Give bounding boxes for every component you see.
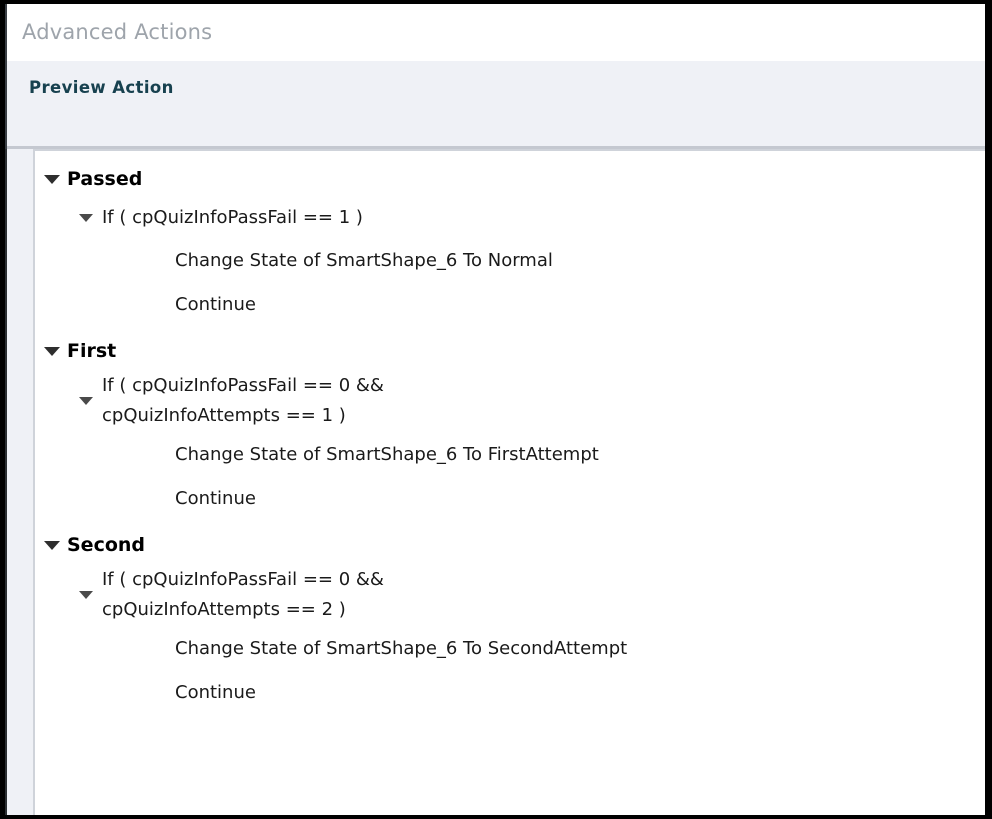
action-preview-tree-panel[interactable]: Passed If ( cpQuizInfoPassFail == 1 ) Ch… <box>33 149 985 815</box>
triangle-down-icon[interactable] <box>79 397 93 405</box>
window-frame-left <box>0 0 5 819</box>
tree-group-label: Passed <box>67 168 143 190</box>
tree-condition-row[interactable]: If ( cpQuizInfoPassFail == 0 && cpQuizIn… <box>35 564 985 626</box>
tree-condition-row[interactable]: If ( cpQuizInfoPassFail == 0 && cpQuizIn… <box>35 370 985 432</box>
tree-action-text: Change State of SmartShape_6 To SecondAt… <box>175 637 628 659</box>
tree-action-text: Continue <box>175 487 256 509</box>
triangle-down-icon[interactable] <box>44 174 60 184</box>
tree-action-text: Continue <box>175 681 256 703</box>
tree-group: First If ( cpQuizInfoPassFail == 0 && cp… <box>35 332 985 520</box>
advanced-actions-window: Advanced Actions Preview Action Passed I… <box>0 0 992 819</box>
window-frame-right <box>985 0 992 819</box>
window-frame-top <box>0 0 992 4</box>
panel-left-gutter <box>7 149 33 815</box>
tree-group-header[interactable]: Passed <box>35 160 985 198</box>
triangle-down-icon[interactable] <box>44 540 60 550</box>
tree-action-text: Change State of SmartShape_6 To FirstAtt… <box>175 443 599 465</box>
tree-group-header[interactable]: First <box>35 332 985 370</box>
triangle-down-icon[interactable] <box>44 346 60 356</box>
title-bar: Advanced Actions <box>7 4 985 61</box>
tree-action-text: Change State of SmartShape_6 To Normal <box>175 249 553 271</box>
triangle-down-icon[interactable] <box>79 591 93 599</box>
tree-action-row[interactable]: Change State of SmartShape_6 To FirstAtt… <box>35 432 985 476</box>
tree-action-row[interactable]: Continue <box>35 670 985 714</box>
tree-action-text: Continue <box>175 293 256 315</box>
tree-group-label: Second <box>67 534 146 556</box>
tree-condition-text: If ( cpQuizInfoPassFail == 0 && cpQuizIn… <box>102 375 384 426</box>
tree-group-header[interactable]: Second <box>35 526 985 564</box>
window-frame-bottom <box>0 815 992 819</box>
tree-condition-text: If ( cpQuizInfoPassFail == 0 && cpQuizIn… <box>102 569 384 620</box>
tree-condition-row[interactable]: If ( cpQuizInfoPassFail == 1 ) <box>35 198 985 238</box>
action-tree: Passed If ( cpQuizInfoPassFail == 1 ) Ch… <box>35 151 985 714</box>
tree-group: Second If ( cpQuizInfoPassFail == 0 && c… <box>35 526 985 714</box>
tree-condition-text: If ( cpQuizInfoPassFail == 1 ) <box>102 207 363 228</box>
tree-action-row[interactable]: Continue <box>35 476 985 520</box>
window-inner-rule-top <box>5 4 7 149</box>
tree-action-row[interactable]: Change State of SmartShape_6 To SecondAt… <box>35 626 985 670</box>
tree-group-label: First <box>67 340 117 362</box>
section-title: Preview Action <box>29 78 174 97</box>
tree-action-row[interactable]: Continue <box>35 282 985 326</box>
triangle-down-icon[interactable] <box>79 214 93 222</box>
dialog-title: Advanced Actions <box>22 20 213 44</box>
preview-action-header: Preview Action <box>7 61 985 148</box>
tree-action-row[interactable]: Change State of SmartShape_6 To Normal <box>35 238 985 282</box>
window-inner-rule-bottom <box>5 149 7 815</box>
tree-group: Passed If ( cpQuizInfoPassFail == 1 ) Ch… <box>35 160 985 326</box>
